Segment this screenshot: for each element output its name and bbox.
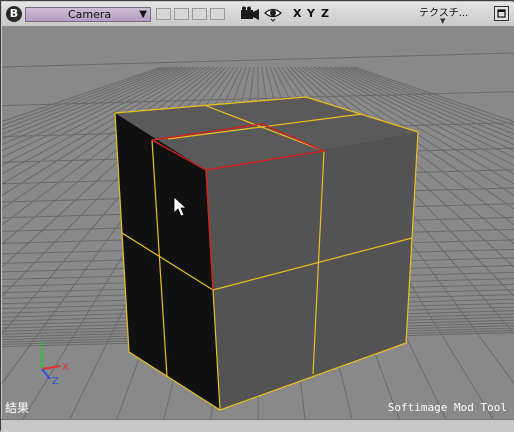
axis-gizmo-y: Y <box>38 341 46 352</box>
axis-y-toggle[interactable]: Y <box>307 7 315 21</box>
eye-icon[interactable] <box>264 6 282 22</box>
3d-viewport[interactable]: Y X Z <box>2 27 514 419</box>
viewport-badge[interactable]: B <box>6 6 22 22</box>
view-slot-4[interactable] <box>210 8 225 20</box>
chevron-down-icon: ▼ <box>440 17 446 25</box>
axis-gizmo-x: X <box>62 362 69 373</box>
viewport-toolbar: B Camera ▼ X Y Z テクスチ... ▼ <box>2 2 514 27</box>
view-slot-3[interactable] <box>192 8 207 20</box>
view-slot-1[interactable] <box>156 8 171 20</box>
camera-icon[interactable] <box>240 6 260 22</box>
axis-z-toggle[interactable]: Z <box>321 7 329 21</box>
chevron-down-icon: ▼ <box>139 9 147 20</box>
maximize-icon[interactable] <box>494 6 509 21</box>
axis-gizmo-z: Z <box>52 376 59 387</box>
result-label: 結果 <box>5 401 30 415</box>
app-watermark: Softimage Mod Tool <box>387 401 507 414</box>
camera-dropdown-label: Camera <box>68 8 112 21</box>
view-slot-2[interactable] <box>174 8 189 20</box>
viewport-window: B Camera ▼ X Y Z テクスチ... ▼ Y X Z 結果 Soft… <box>0 0 514 432</box>
camera-dropdown[interactable]: Camera ▼ <box>25 7 151 22</box>
viewport-bottom-bar <box>1 419 514 432</box>
scene-canvas[interactable]: Y X Z <box>2 27 514 419</box>
axis-x-toggle[interactable]: X <box>293 7 301 21</box>
